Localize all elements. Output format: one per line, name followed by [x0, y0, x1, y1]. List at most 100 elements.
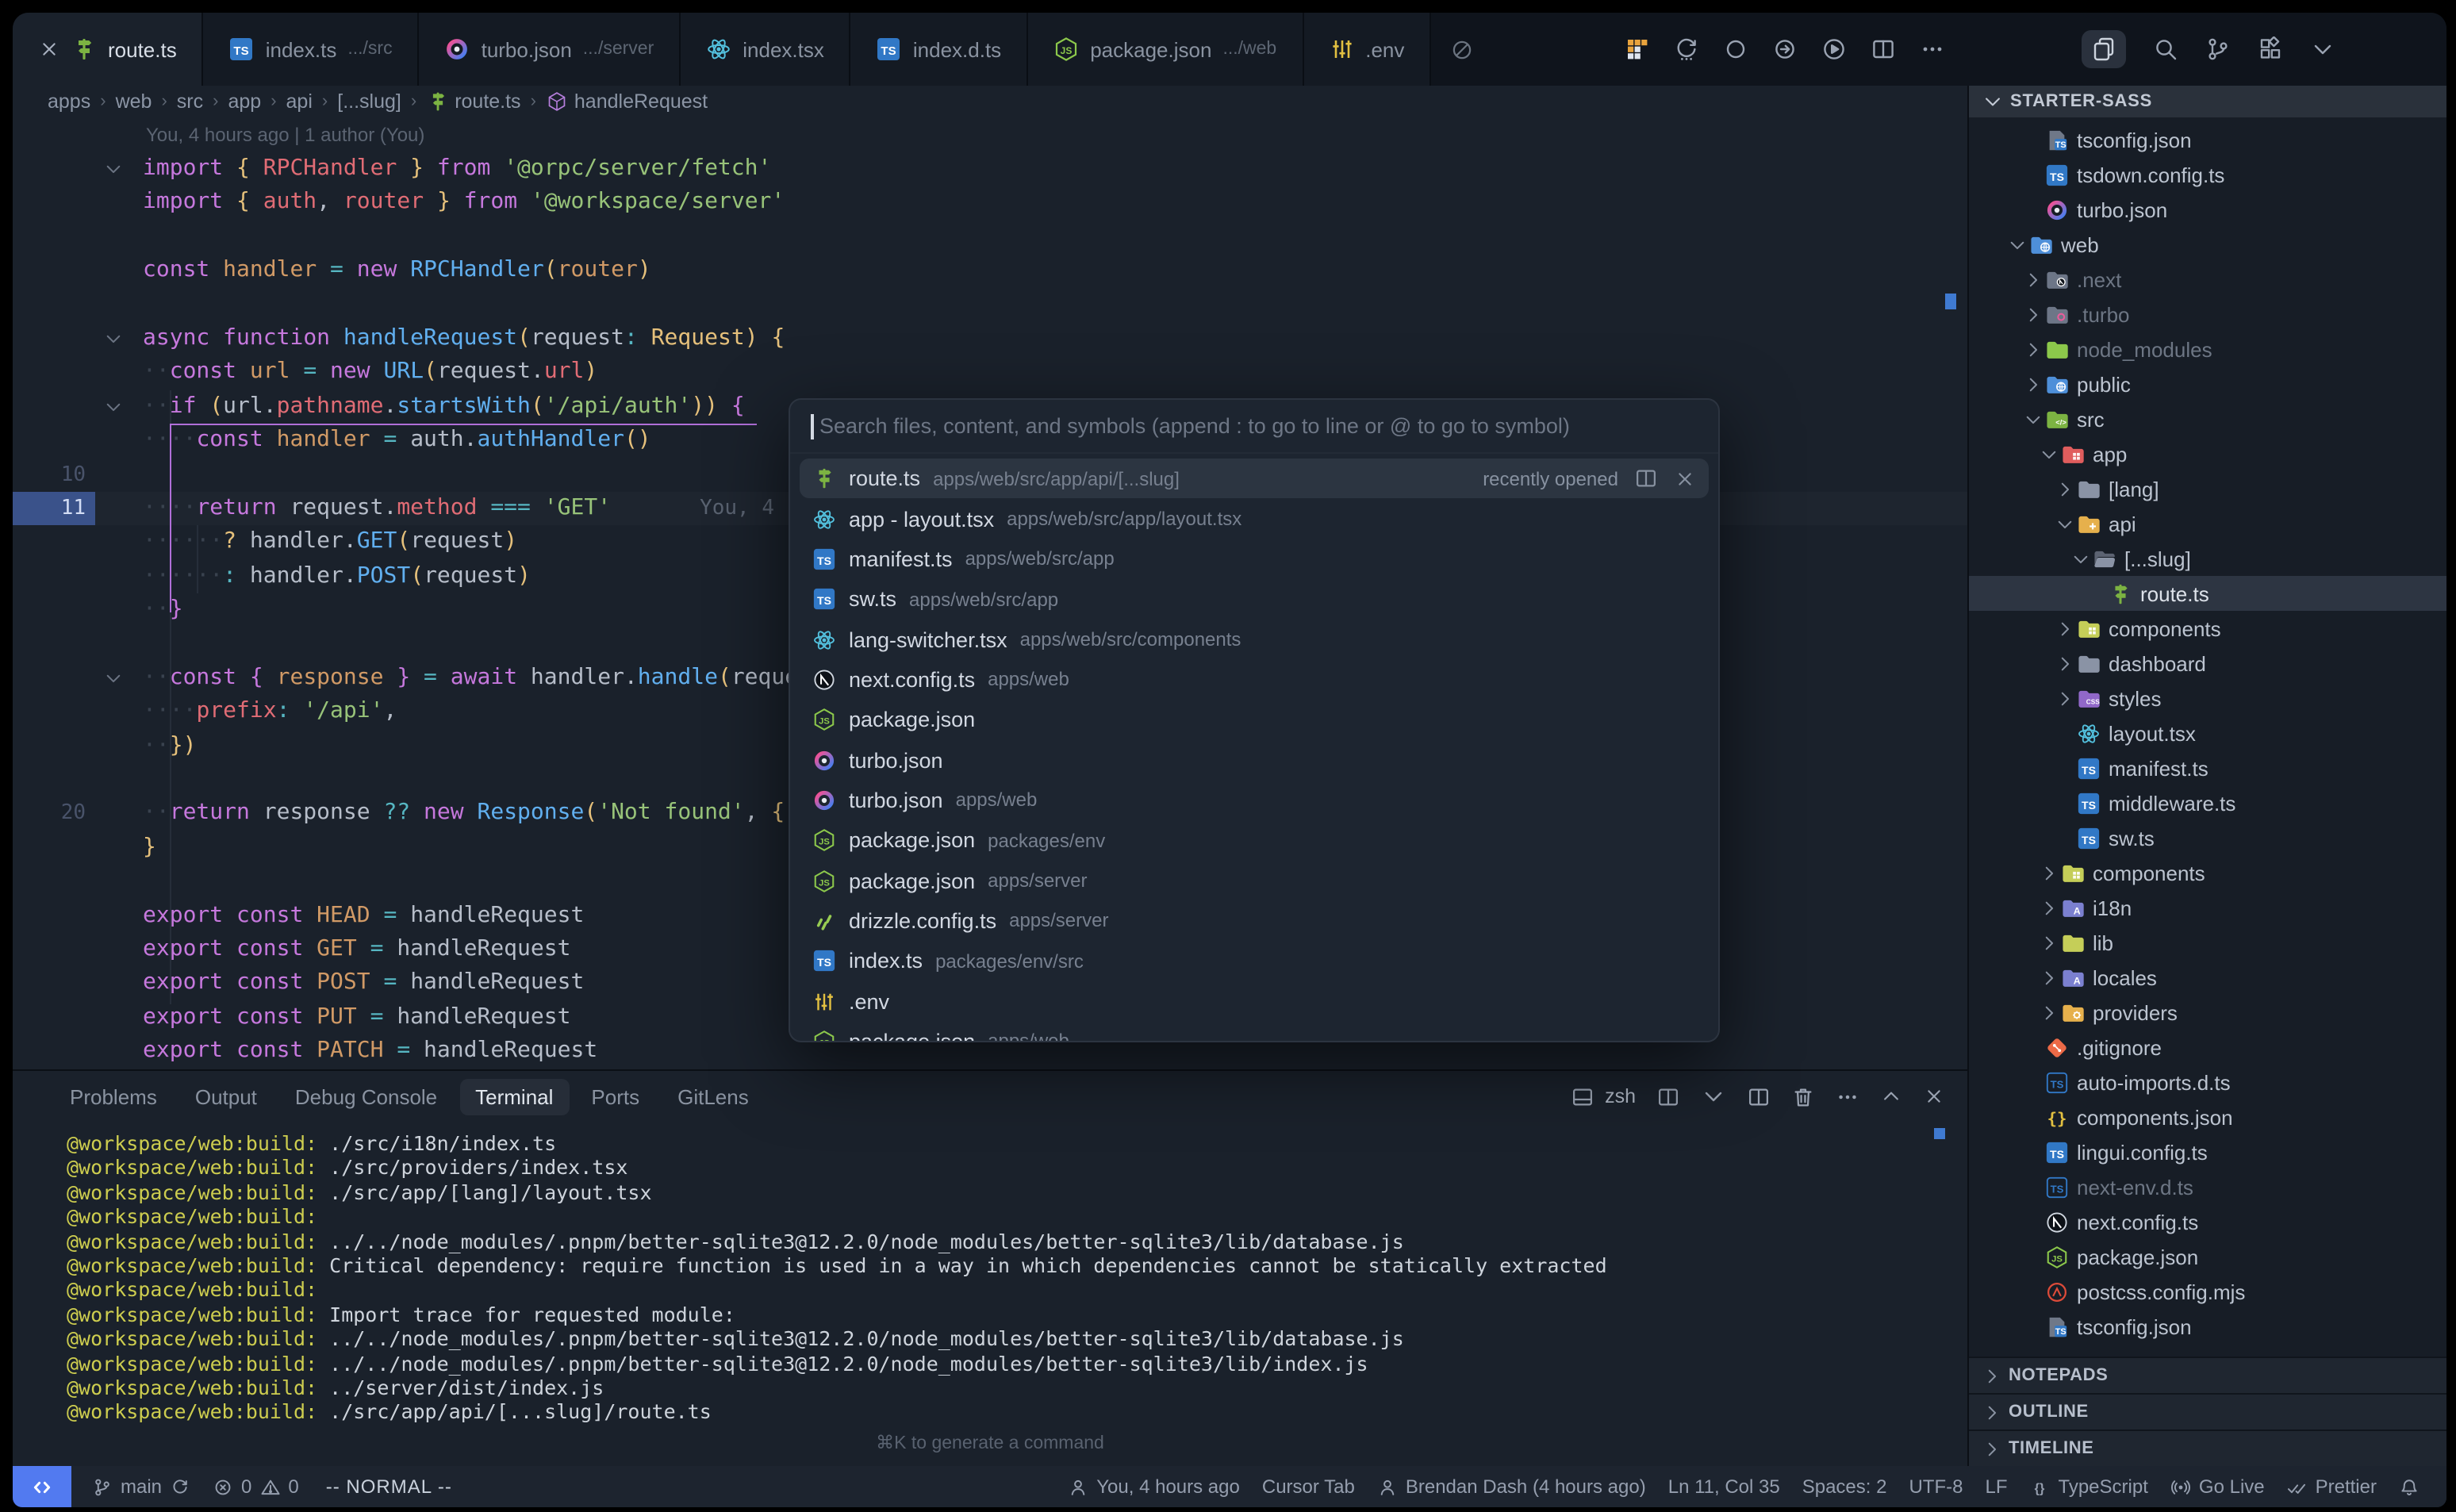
code-line[interactable]: async function handleRequest(request: Re… [13, 322, 1967, 356]
tree-item-components.json[interactable]: {}components.json [1969, 1099, 2446, 1134]
tree-item-layout.tsx[interactable]: layout.tsx [1969, 716, 2446, 750]
breadcrumb-item[interactable]: app [228, 90, 261, 113]
quick-open-item[interactable]: app - layout.tsxapps/web/src/app/layout.… [800, 499, 1709, 539]
tree-item-components[interactable]: components [1969, 611, 2446, 646]
kill-terminal-icon[interactable] [1791, 1084, 1815, 1108]
quick-open-item[interactable]: TSsw.tsapps/web/src/app [800, 579, 1709, 620]
quick-open-item[interactable]: drizzle.config.tsapps/server [800, 901, 1709, 942]
tree-item-dashboard[interactable]: dashboard [1969, 646, 2446, 681]
status-bell[interactable] [2388, 1476, 2431, 1497]
tab-route.ts[interactable]: route.ts [13, 13, 204, 86]
remote-indicator[interactable] [13, 1466, 71, 1507]
tab-package.json[interactable]: JSpackage.json.../web [1028, 13, 1303, 86]
open-to-side-icon[interactable] [1634, 466, 1658, 490]
tree-item-[lang][interactable]: [lang] [1969, 471, 2446, 506]
tab-close-icon[interactable] [38, 38, 60, 60]
breadcrumb-item[interactable]: apps [48, 90, 90, 113]
branch-indicator[interactable]: main [81, 1476, 201, 1498]
code-line[interactable] [13, 221, 1967, 255]
tab-turbo.json[interactable]: turbo.json.../server [420, 13, 681, 86]
chevron-down-icon[interactable] [2039, 443, 2059, 464]
chevron-down-icon[interactable] [2007, 234, 2028, 255]
tree-item-manifest.ts[interactable]: TSmanifest.ts [1969, 750, 2446, 785]
status-brendan-dash-4-hours-ago-[interactable]: Brendan Dash (4 hours ago) [1366, 1476, 1657, 1498]
tree-item-public[interactable]: public [1969, 366, 2446, 401]
fold-chevron-icon[interactable] [102, 328, 123, 349]
chevron-right-icon[interactable] [2039, 967, 2059, 988]
activity-files-active[interactable] [2082, 30, 2126, 68]
chevron-down-icon[interactable] [2310, 36, 2335, 62]
breadcrumb-item[interactable]: [...slug] [337, 90, 401, 113]
tree-item-tsconfig.json[interactable]: TStsconfig.json [1969, 122, 2446, 157]
chevron-right-icon[interactable] [2055, 618, 2075, 639]
split-editor-icon[interactable] [1871, 36, 1896, 62]
terminal-output[interactable]: @workspace/web:build: ./src/i18n/index.t… [13, 1122, 1967, 1466]
chevron-right-icon[interactable] [2023, 374, 2043, 394]
status-go-live[interactable]: Go Live [2159, 1476, 2276, 1498]
quick-open-item[interactable]: next.config.tsapps/web [800, 659, 1709, 700]
tree-item-[...slug][interactable]: [...slug] [1969, 541, 2446, 576]
status-prettier[interactable]: Prettier [2276, 1476, 2388, 1498]
tree-item-app[interactable]: app [1969, 436, 2446, 471]
breadcrumb-item[interactable]: api [286, 90, 313, 113]
code-line[interactable]: import { RPCHandler } from '@orpc/server… [13, 152, 1967, 186]
quick-open-item[interactable]: TSindex.tspackages/env/src [800, 941, 1709, 981]
source-control-icon[interactable] [2205, 36, 2231, 62]
problems-indicator[interactable]: 00 [201, 1476, 310, 1498]
ellipsis-icon[interactable] [1920, 36, 1945, 62]
split-terminal-icon[interactable] [1656, 1084, 1680, 1108]
tree-item-components[interactable]: components [1969, 855, 2446, 890]
panel-tab-ports[interactable]: Ports [575, 1078, 655, 1115]
tree-item-package.json[interactable]: JSpackage.json [1969, 1239, 2446, 1274]
quick-open-item[interactable]: TSmanifest.tsapps/web/src/app [800, 539, 1709, 579]
split-pane-icon[interactable] [1747, 1084, 1771, 1108]
status-utf-8[interactable]: UTF-8 [1898, 1476, 1974, 1498]
panel-tab-debug-console[interactable]: Debug Console [279, 1078, 453, 1115]
tree-item-route.ts[interactable]: route.ts [1969, 576, 2446, 611]
split-dropdown-icon[interactable] [1701, 1084, 1726, 1109]
quick-open-item[interactable]: JSpackage.jsonpackages/env [800, 820, 1709, 861]
tree-item-postcss.config.mjs[interactable]: postcss.config.mjs [1969, 1274, 2446, 1309]
chevron-down-icon[interactable] [2070, 548, 2091, 569]
sidebar-section-notepads[interactable]: NOTEPADS [1969, 1357, 2446, 1393]
tree-item-locales[interactable]: Alocales [1969, 960, 2446, 995]
code-line[interactable]: const handler = new RPCHandler(router) [13, 254, 1967, 288]
chevron-right-icon[interactable] [2055, 478, 2075, 499]
explorer-header[interactable]: STARTER-SASS [1969, 86, 2446, 117]
maximize-panel-icon[interactable] [1880, 1085, 1902, 1107]
close-panel-icon[interactable] [1923, 1085, 1945, 1107]
quick-open-item[interactable]: turbo.jsonapps/web [800, 781, 1709, 821]
breadcrumb-symbol[interactable]: handleRequest [546, 90, 708, 113]
chevron-right-icon[interactable] [2039, 862, 2059, 883]
chevron-down-icon[interactable] [2023, 409, 2043, 429]
circle-outline-icon[interactable] [1723, 36, 1748, 62]
fold-chevron-icon[interactable] [102, 159, 123, 179]
tree-item-i18n[interactable]: Ai18n [1969, 890, 2446, 925]
tree-item-next-env.d.ts[interactable]: TSnext-env.d.ts [1969, 1169, 2446, 1204]
chevron-right-icon[interactable] [2039, 897, 2059, 918]
fold-chevron-icon[interactable] [102, 397, 123, 417]
chevron-right-icon[interactable] [2055, 688, 2075, 708]
play-circle-icon[interactable] [1821, 36, 1847, 62]
remove-item-icon[interactable] [1674, 467, 1696, 489]
quick-open-item[interactable]: .env [800, 981, 1709, 1022]
tree-item-middleware.ts[interactable]: TSmiddleware.ts [1969, 785, 2446, 820]
extensions-icon[interactable] [2258, 36, 2283, 62]
status-spaces-2[interactable]: Spaces: 2 [1791, 1476, 1898, 1498]
tree-item-api[interactable]: api [1969, 506, 2446, 541]
tree-item-lingui.config.ts[interactable]: TSlingui.config.ts [1969, 1134, 2446, 1169]
panel-tab-gitlens[interactable]: GitLens [662, 1078, 765, 1115]
sync-icon[interactable] [1674, 36, 1699, 62]
status-ln-11-col-35[interactable]: Ln 11, Col 35 [1657, 1476, 1791, 1498]
tree-item-next.config.ts[interactable]: next.config.ts [1969, 1204, 2446, 1239]
code-line[interactable] [13, 288, 1967, 322]
tab-index.d.ts[interactable]: TSindex.d.ts [851, 13, 1028, 86]
chevron-right-icon[interactable] [2039, 1002, 2059, 1023]
quick-open-item[interactable]: turbo.json [800, 740, 1709, 781]
breadcrumb-item[interactable]: src [177, 90, 203, 113]
tree-item-tsdown.config.ts[interactable]: TStsdown.config.ts [1969, 157, 2446, 192]
circle-arrow-icon[interactable] [1772, 36, 1798, 62]
tree-item-.turbo[interactable]: .turbo [1969, 297, 2446, 332]
tree-item-src[interactable]: </>src [1969, 401, 2446, 436]
tree-item-auto-imports.d.ts[interactable]: TSauto-imports.d.ts [1969, 1065, 2446, 1099]
